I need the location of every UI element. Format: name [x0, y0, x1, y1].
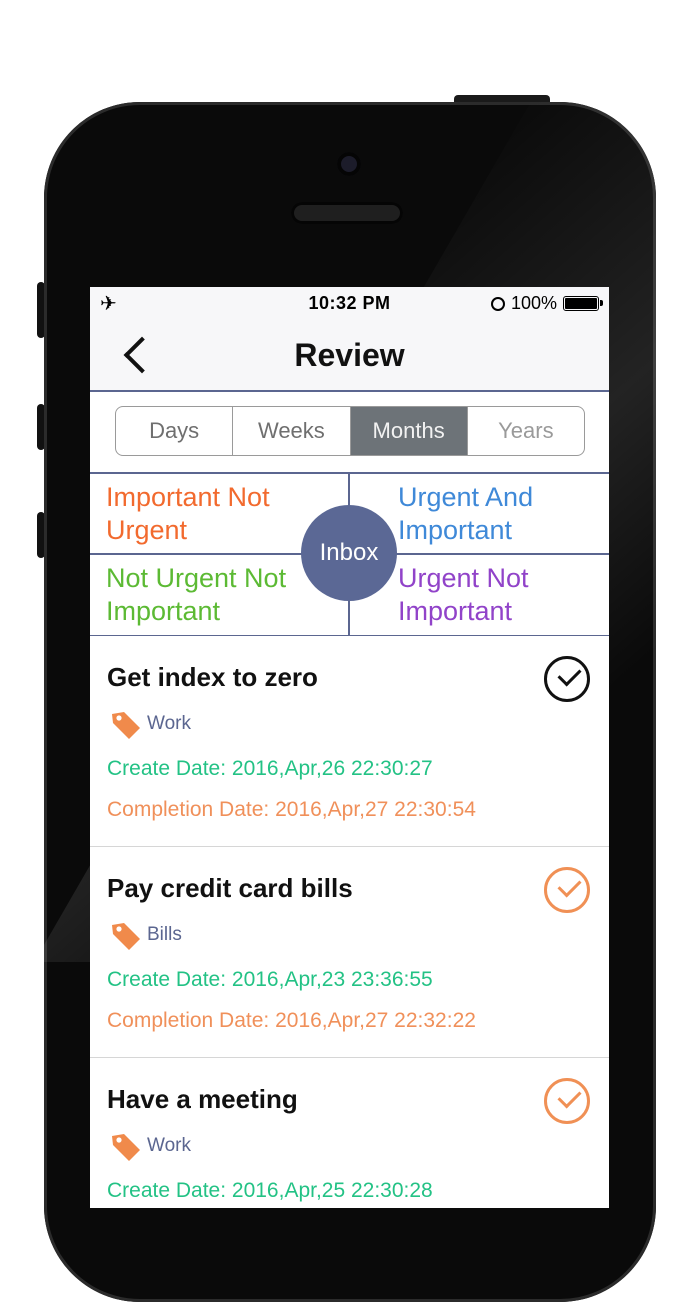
completed-check-icon[interactable]	[544, 656, 590, 702]
create-date: Create Date: 2016,Apr,26 22:30:27	[107, 757, 433, 780]
task-tag: Work	[109, 708, 191, 740]
tag-icon	[109, 919, 141, 951]
app-screen: ✈ 10:32 PM 100% Review Days Weeks Months…	[90, 287, 609, 1208]
inbox-button[interactable]: Inbox	[301, 505, 397, 601]
task-item[interactable]: Pay credit card bills Bills Create Date:…	[90, 847, 609, 1058]
tag-label: Bills	[147, 924, 182, 945]
task-title: Pay credit card bills	[107, 873, 353, 903]
create-date: Create Date: 2016,Apr,23 23:36:55	[107, 968, 433, 991]
tag-label: Work	[147, 713, 191, 734]
segment-years[interactable]: Years	[468, 407, 584, 455]
task-list: Get index to zero Work Create Date: 2016…	[90, 636, 609, 1208]
create-date: Create Date: 2016,Apr,25 22:30:28	[107, 1179, 433, 1202]
status-bar: ✈ 10:32 PM 100%	[90, 287, 609, 319]
task-title: Get index to zero	[107, 662, 318, 692]
earpiece-speaker	[291, 202, 403, 224]
completed-check-icon[interactable]	[544, 867, 590, 913]
task-tag: Bills	[109, 919, 182, 951]
battery-icon	[563, 296, 603, 311]
completion-date: Completion Date: 2016,Apr,27 22:32:22	[107, 1009, 476, 1032]
task-item[interactable]: Have a meeting Work Create Date: 2016,Ap…	[90, 1058, 609, 1208]
quadrant-urgent-not-important[interactable]: Urgent Not Important	[398, 562, 603, 628]
navigation-bar: Review	[90, 319, 609, 392]
task-item[interactable]: Get index to zero Work Create Date: 2016…	[90, 636, 609, 847]
tag-icon	[109, 708, 141, 740]
period-selector-bar: Days Weeks Months Years	[90, 392, 609, 474]
task-tag: Work	[109, 1130, 191, 1162]
battery-percent: 100%	[510, 293, 557, 313]
completion-date: Completion Date: 2016,Apr,27 22:30:54	[107, 798, 476, 821]
quadrant-urgent-and-important[interactable]: Urgent And Important	[398, 481, 603, 547]
front-camera	[337, 152, 361, 176]
priority-quadrant-grid: Important Not Urgent Urgent And Importan…	[90, 474, 609, 637]
tag-label: Work	[147, 1135, 191, 1156]
tag-icon	[109, 1130, 141, 1162]
page-title: Review	[294, 337, 405, 373]
rotation-lock-icon	[490, 296, 505, 311]
completed-check-icon[interactable]	[544, 1078, 590, 1124]
task-title: Have a meeting	[107, 1084, 298, 1114]
segment-months[interactable]: Months	[350, 407, 468, 455]
segment-days[interactable]: Days	[116, 407, 234, 455]
segment-weeks[interactable]: Weeks	[233, 407, 351, 455]
period-segmented-control: Days Weeks Months Years	[115, 406, 585, 456]
